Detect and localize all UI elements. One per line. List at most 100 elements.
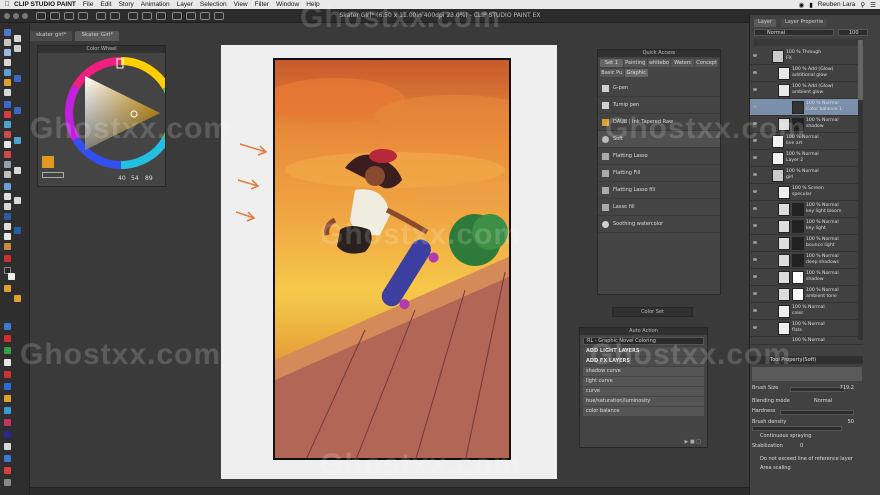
dock-app-icon-11[interactable] <box>4 443 11 450</box>
scroll-thumb[interactable] <box>858 40 863 100</box>
dock-app-icon-3[interactable] <box>4 347 11 354</box>
menu-window[interactable]: Window <box>276 1 299 8</box>
marker-tool-icon[interactable] <box>14 107 21 114</box>
visibility-eye-icon[interactable] <box>753 54 757 57</box>
zoom-tool-icon[interactable] <box>4 29 11 36</box>
decoration-tool-icon[interactable] <box>4 141 11 148</box>
menu-view[interactable]: View <box>234 1 248 8</box>
tab-painting[interactable]: Painting <box>623 59 647 67</box>
visibility-eye-icon[interactable] <box>753 309 757 312</box>
blend-tool-icon[interactable] <box>4 161 11 168</box>
dock-app-icon-8[interactable] <box>4 407 11 414</box>
eyedropper-tool-icon[interactable] <box>4 89 11 96</box>
tab-watercolor[interactable]: Waterc <box>671 59 695 67</box>
opacity-field[interactable]: 100 <box>838 29 868 36</box>
lasso-tool-icon[interactable] <box>14 75 21 82</box>
list-item[interactable]: Flatting Lasso fill <box>598 182 720 199</box>
airbrush-tool-icon[interactable] <box>4 131 11 138</box>
color-set-panel[interactable]: Color Set <box>612 307 693 317</box>
pencil-tool-icon[interactable] <box>4 111 11 118</box>
tab-skater-girl-1[interactable]: skater girl* <box>30 31 73 41</box>
layer-row[interactable]: 100 % Normal shadow <box>750 269 863 286</box>
tab-layer[interactable]: Layer <box>754 19 776 27</box>
smudge-tool-icon[interactable] <box>14 167 21 174</box>
reference-layer-option[interactable]: Do not exceed line of reference layer <box>760 456 853 462</box>
area-scaling-option[interactable]: Area scaling <box>760 465 791 471</box>
balloon-tool-icon[interactable] <box>4 233 11 240</box>
menu-file[interactable]: File <box>83 1 93 8</box>
search-icon[interactable]: ⚲ <box>860 1 865 9</box>
layer-row[interactable]: 100 % Normal key light <box>750 218 863 235</box>
list-item[interactable]: Soothing watercolor <box>598 216 720 233</box>
visibility-eye-icon[interactable] <box>753 190 757 193</box>
transparent-color-icon[interactable] <box>4 285 11 292</box>
dock-app-icon-12[interactable] <box>4 455 11 462</box>
menu-layer[interactable]: Layer <box>177 1 193 8</box>
layer-row[interactable]: 100 % Normal color <box>750 303 863 320</box>
tab-skater-girl-2[interactable]: Skater Girl* <box>75 31 120 41</box>
hand-tool-icon[interactable] <box>14 35 21 42</box>
color-mode-icons[interactable] <box>42 172 64 178</box>
menu-edit[interactable]: Edit <box>100 1 111 8</box>
visibility-eye-icon[interactable] <box>753 173 757 176</box>
battery-icon[interactable]: ▮ <box>809 1 813 9</box>
correct-line-tool-icon[interactable] <box>4 243 11 250</box>
wifi-icon[interactable]: ◉ <box>799 1 805 9</box>
auto-action-row[interactable]: hue/saturation/luminosity <box>583 397 704 406</box>
auto-action-row[interactable]: curve <box>583 387 704 396</box>
dock-app-icon-13[interactable] <box>4 467 11 474</box>
brush-size-slider[interactable] <box>790 387 845 392</box>
layer-row[interactable]: 100 % Normal girl <box>750 167 863 184</box>
layer-row[interactable]: 100 % Normal ambient tone <box>750 286 863 303</box>
auto-action-row[interactable]: light curve <box>583 377 704 386</box>
tab-set-1[interactable]: Set 1 <box>600 59 623 67</box>
layer-row[interactable]: 100 % Normal key light bloom <box>750 201 863 218</box>
main-color-swatch-panel[interactable] <box>42 156 54 168</box>
visibility-eye-icon[interactable] <box>753 275 757 278</box>
gradient-tool-icon[interactable] <box>4 183 11 190</box>
hardness-slider[interactable] <box>780 410 854 415</box>
layer-row[interactable]: 100 % Normal deep shadows <box>750 252 863 269</box>
sub-color-swatch[interactable] <box>8 273 15 280</box>
visibility-eye-icon[interactable] <box>753 241 757 244</box>
visibility-eye-icon[interactable] <box>753 88 757 91</box>
menu-selection[interactable]: Selection <box>200 1 227 8</box>
layer-row[interactable]: 100 % Normal bounce light <box>750 235 863 252</box>
move-layer-tool-icon[interactable] <box>4 59 11 66</box>
dock-app-icon-9[interactable] <box>4 419 11 426</box>
dock-app-icon-6[interactable] <box>4 383 11 390</box>
frame-border-tool-icon[interactable] <box>4 203 11 210</box>
shape-tool-icon[interactable] <box>14 197 21 204</box>
fill-tool-icon[interactable] <box>4 171 11 178</box>
dock-app-icon-7[interactable] <box>4 395 11 402</box>
tab-layer-properties[interactable]: Layer Propertie <box>780 19 828 27</box>
dock-app-icon-5[interactable] <box>4 371 11 378</box>
auto-action-buttons-icon[interactable]: ▶ ■ □ <box>685 439 701 445</box>
visibility-eye-icon[interactable] <box>753 207 757 210</box>
tab-basic-pu[interactable]: Basic Pu <box>600 69 624 77</box>
visibility-eye-icon[interactable] <box>753 326 757 329</box>
menu-animation[interactable]: Animation <box>141 1 170 8</box>
layer-row[interactable]: 100 % Add (Glow) ambient glow <box>750 82 863 99</box>
visibility-eye-icon[interactable] <box>753 258 757 261</box>
visibility-eye-icon[interactable] <box>753 156 757 159</box>
color-swatch-orange[interactable] <box>14 295 21 302</box>
auto-select-tool-icon[interactable] <box>4 79 11 86</box>
visibility-eye-icon[interactable] <box>753 224 757 227</box>
list-item[interactable]: G-pen <box>598 80 720 97</box>
color-swap-tool-icon[interactable] <box>4 255 11 262</box>
dock-app-icon-4[interactable] <box>4 359 11 366</box>
move-tool-icon[interactable] <box>4 39 11 46</box>
layer-row[interactable]: 100 % Through FX <box>750 48 863 65</box>
auto-action-row[interactable]: color balance <box>583 407 704 416</box>
operation-tool-icon[interactable] <box>4 49 11 56</box>
dock-app-icon-1[interactable] <box>4 323 11 330</box>
tab-whiteboard[interactable]: whitebo <box>647 59 671 67</box>
menu-story[interactable]: Story <box>119 1 134 8</box>
layer-row[interactable]: 100 % Normal flats <box>750 320 863 337</box>
rotate-tool-icon[interactable] <box>14 45 21 52</box>
layer-row[interactable]: 100 % Add (Glow) additional glow <box>750 65 863 82</box>
list-item[interactable]: Flatting Fill <box>598 165 720 182</box>
selection-tool-icon[interactable] <box>4 69 11 76</box>
tab-graphic[interactable]: Graphic <box>624 69 648 77</box>
